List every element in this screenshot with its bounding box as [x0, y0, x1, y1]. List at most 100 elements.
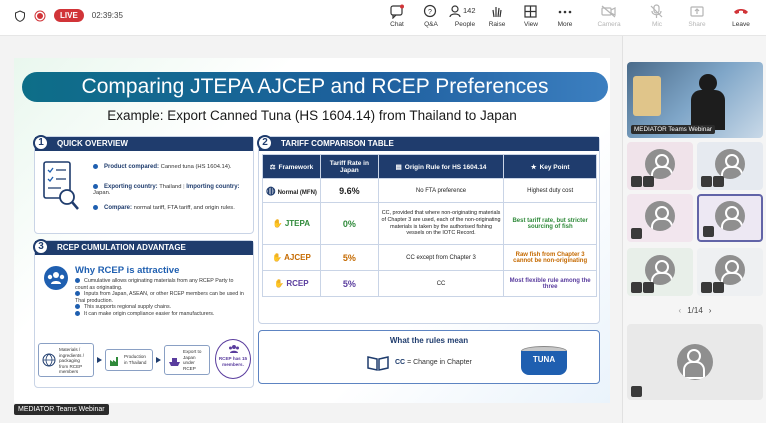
- table-row: ✋ JTEPA 0% CC, provided that where non-or…: [262, 202, 597, 245]
- rule-cell: CC except from Chapter 3: [377, 244, 505, 271]
- chevron-left-icon[interactable]: ‹: [679, 306, 682, 315]
- framework-cell: ◍ Normal (MFN): [262, 178, 321, 203]
- flow-arrow: [97, 357, 102, 363]
- col-framework: ⚖ Framework: [262, 154, 321, 179]
- presenter-background: [633, 76, 661, 116]
- scale-icon: ⚖: [269, 163, 276, 171]
- participant-tile[interactable]: [627, 194, 693, 242]
- cumulation-points: Cumulative allows originating materials …: [75, 278, 245, 317]
- checklist-search-icon: [43, 161, 79, 210]
- presenter-body: [691, 90, 725, 130]
- tuna-can-image: TUNA: [521, 344, 567, 380]
- camera-icon: [601, 5, 616, 18]
- cumulation-point: Inputs from Japan, ASEAN, or other RCEP …: [75, 291, 244, 304]
- people-button[interactable]: 142 People: [446, 4, 484, 28]
- rate-cell: 0%: [319, 202, 379, 245]
- presenter-name-label: MEDIATOR Teams Webinar: [631, 125, 715, 134]
- cumulation-header: 3 RCEP CUMULATION ADVANTAGE: [33, 239, 253, 255]
- meeting-timer: 02:39:35: [91, 11, 123, 20]
- people-count: 142: [463, 6, 476, 15]
- tariff-table-panel: 2 TARIFF COMPARISON TABLE ⚖ Framework Tar…: [257, 135, 600, 324]
- live-badge: LIVE: [54, 9, 84, 22]
- quick-overview-header: 1 QUICK OVERVIEW: [33, 135, 253, 151]
- key-cell: Raw fish from Chapter 3 cannot be non-or…: [503, 244, 597, 271]
- participant-tile[interactable]: [627, 248, 693, 296]
- participant-tile-active[interactable]: [697, 194, 763, 242]
- key-cell: Most flexible rule among the three: [503, 270, 597, 297]
- col-origin-rule: ▤ Origin Rule for HS 1604.14: [377, 154, 505, 179]
- view-icon: [524, 5, 537, 18]
- more-icon: [558, 10, 572, 14]
- flow-export: Export to Japan under RCEP: [164, 345, 210, 375]
- stage-name-label: MEDIATOR Teams Webinar: [14, 404, 109, 415]
- factory-icon: [110, 357, 118, 366]
- tariff-table: ⚖ Framework Tariff Rate in Japan ▤ Origin …: [262, 154, 597, 297]
- qna-icon: ?: [423, 4, 437, 18]
- rule-cell: CC, provided that where non-originating …: [377, 202, 505, 245]
- slide-subtitle: Example: Export Canned Tuna (HS 1604.14)…: [107, 108, 517, 123]
- cumulation-panel: 3 RCEP CUMULATION ADVANTAGE Why RCEP is …: [33, 239, 254, 388]
- rule-cell: CC: [377, 270, 505, 297]
- chat-button[interactable]: Chat: [380, 4, 414, 28]
- quick-overview-panel: 1 QUICK OVERVIEW Product compared: Canne…: [33, 135, 254, 234]
- cc-definition: CC = Change in Chapter: [395, 359, 472, 366]
- compare-line: Compare: normal tariff, FTA tariff, and …: [93, 205, 235, 211]
- col-rate: Tariff Rate in Japan: [319, 154, 379, 179]
- rate-cell: 5%: [319, 244, 379, 271]
- participant-tile[interactable]: [627, 142, 693, 190]
- mic-icon: [650, 4, 663, 18]
- table-row: ✋ AJCEP 5% CC except from Chapter 3 Raw f…: [262, 244, 597, 271]
- camera-button[interactable]: Camera: [592, 4, 626, 28]
- page-indicator: ‹ 1/14 ›: [678, 306, 712, 315]
- table-row: ◍ Normal (MFN) 9.6% No FTA preference Hig…: [262, 178, 597, 203]
- chevron-right-icon[interactable]: ›: [709, 306, 712, 315]
- group-people-icon: [44, 266, 68, 290]
- open-book-icon: [367, 356, 389, 371]
- participant-tile[interactable]: [697, 142, 763, 190]
- shared-content-stage: Comparing JTEPA AJCEP and RCEP Preferenc…: [0, 36, 622, 423]
- globe-icon: [42, 353, 56, 367]
- flow-materials: Materials / ingredients / packaging from…: [38, 343, 94, 377]
- rate-cell: 5%: [319, 270, 379, 297]
- svg-text:?: ?: [428, 9, 432, 16]
- rule-cell: No FTA preference: [377, 178, 505, 203]
- leave-icon: [734, 9, 748, 14]
- rate-cell: 9.6%: [319, 178, 379, 203]
- shield-icon[interactable]: [14, 9, 26, 22]
- people-icon: 142: [449, 5, 476, 18]
- participant-tile-large[interactable]: [627, 324, 763, 400]
- handshake-icon: ✋: [274, 279, 285, 288]
- framework-cell: ✋ AJCEP: [262, 244, 321, 271]
- rules-mean-panel: What the rules mean CC = Change in Chapt…: [258, 330, 600, 384]
- members-icon: [229, 345, 239, 353]
- mic-button[interactable]: Mic: [640, 4, 674, 28]
- chat-icon: [390, 4, 404, 19]
- framework-cell: ✋ RCEP: [262, 270, 321, 297]
- presentation-slide: Comparing JTEPA AJCEP and RCEP Preferenc…: [14, 58, 610, 403]
- share-icon: [690, 6, 704, 17]
- view-button[interactable]: View: [514, 4, 548, 28]
- raise-hand-icon: [492, 7, 502, 18]
- meeting-toolbar: LIVE 02:39:35 Chat ? Q&A 142 People Rais…: [0, 0, 766, 36]
- leave-button[interactable]: Leave: [724, 4, 758, 28]
- presenter-video-tile[interactable]: MEDIATOR Teams Webinar: [627, 62, 763, 138]
- key-cell: Highest duty cost: [503, 178, 597, 203]
- key-cell: Best tariff rate, but stricter sourcing …: [503, 202, 597, 245]
- participant-tile[interactable]: [697, 248, 763, 296]
- flow-members: RCEP has 15 members.: [215, 339, 251, 379]
- country-line: Exporting country: Thailand | Importing …: [93, 184, 240, 197]
- slide-title: Comparing JTEPA AJCEP and RCEP Preferenc…: [22, 72, 608, 102]
- share-button[interactable]: Share: [680, 4, 714, 28]
- table-row: ✋ RCEP 5% CC Most flexible rule among the…: [262, 270, 597, 297]
- flow-arrow: [156, 357, 161, 363]
- tariff-table-header: 2 TARIFF COMPARISON TABLE: [257, 135, 599, 151]
- product-line: Product compared: Canned tuna (HS 1604.1…: [93, 164, 232, 170]
- why-rcep-heading: Why RCEP is attractive: [75, 265, 180, 276]
- flow-production: Production in Thailand: [105, 349, 153, 371]
- qna-button[interactable]: ? Q&A: [414, 4, 448, 28]
- record-icon: [34, 10, 46, 21]
- more-button[interactable]: More: [548, 4, 582, 28]
- raise-hand-button[interactable]: Raise: [480, 4, 514, 28]
- cumulation-point: It can make origin compliance easier for…: [75, 311, 245, 318]
- table-header-row: ⚖ Framework Tariff Rate in Japan ▤ Origin …: [262, 154, 597, 179]
